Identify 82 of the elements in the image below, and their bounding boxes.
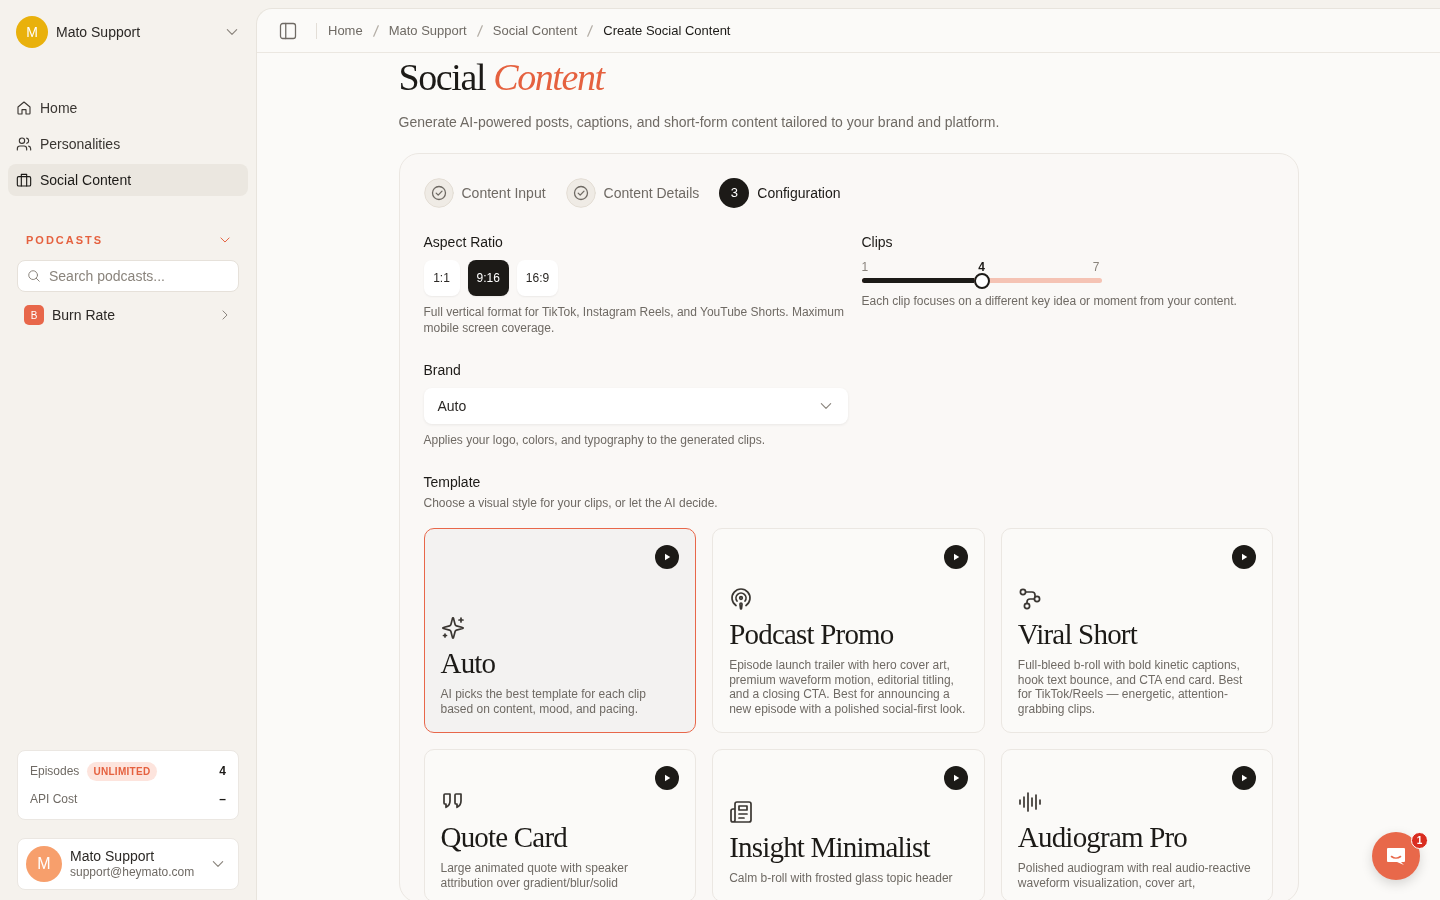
slash-icon — [476, 24, 483, 37]
user-email: support@heymato.com — [70, 865, 196, 880]
workspace-avatar: M — [16, 16, 48, 48]
page-title: Social Content — [398, 55, 607, 99]
slash-icon — [372, 24, 379, 37]
search-icon — [27, 269, 41, 283]
suitcase-icon — [16, 172, 32, 188]
slider-max-label: 7 — [1092, 260, 1100, 274]
field-label: Template — [423, 474, 482, 490]
usage-label: Episodes — [30, 763, 80, 780]
podcast-avatar: B — [24, 305, 44, 325]
nav-item[interactable]: Home — [8, 92, 248, 124]
play-button[interactable] — [943, 545, 968, 569]
usage-value: 4 — [219, 763, 226, 780]
aspect-ratio-option[interactable]: 9:16 — [467, 260, 509, 296]
step-label: Content Input — [461, 183, 546, 203]
template-description: Full-bleed b-roll with bold kinetic captions, hook text bounce, and CTA end card. Best for TikTok/Reels — energetic, attention-grabbing clips. — [1017, 658, 1244, 716]
sidebar-panel-icon — [279, 21, 297, 40]
template-title: Auto — [440, 646, 497, 680]
podcast-item[interactable]: B Burn Rate — [8, 302, 248, 328]
breadcrumb-link[interactable]: Home — [328, 20, 363, 41]
usage-value: – — [219, 791, 226, 808]
nav-item[interactable]: Social Content — [8, 164, 248, 196]
slash-icon — [587, 24, 594, 37]
field-label: Brand — [423, 362, 462, 378]
template-card[interactable]: Quote Card Large animated quote with speaker attribution over gradient/blur/solid — [423, 749, 697, 900]
play-button[interactable] — [655, 766, 680, 790]
user-name: Mato Support — [70, 848, 156, 866]
field-hint: Applies your logo, colors, and typography to the generated clips. — [423, 432, 767, 448]
aspect-ratio-option[interactable]: 16:9 — [516, 260, 559, 296]
template-card[interactable]: Audiogram Pro Polished audiogram with real audio-reactive waveform visualization, cover art, — [1000, 749, 1274, 900]
workspace-name[interactable]: Mato Support — [56, 21, 216, 43]
field-label: Aspect Ratio — [423, 234, 504, 250]
breadcrumb-link[interactable]: Mato Support — [388, 20, 467, 41]
template-title: Podcast Promo — [729, 617, 895, 651]
template-description: Episode launch trailer with hero cover art, premium waveform motion, editorial titling, and a closing CTA. Best for announcing a new episode with a polished social-first look. — [729, 658, 967, 716]
template-description: AI picks the best template for each clip based on content, mood, and pacing. — [440, 687, 647, 716]
newspaper-icon — [729, 799, 754, 824]
nav-item[interactable]: Personalities — [8, 128, 248, 160]
play-button[interactable] — [1232, 545, 1257, 569]
user-avatar: M — [26, 846, 62, 882]
podcast-icon — [729, 587, 754, 611]
play-button[interactable] — [943, 766, 968, 790]
brand-select[interactable]: Auto — [423, 388, 848, 424]
step-number: 3 — [719, 178, 750, 208]
usage-label: API Cost — [30, 791, 78, 808]
user-menu[interactable]: M Mato Support support@heymato.com — [17, 838, 239, 890]
slider-thumb[interactable] — [973, 272, 990, 289]
breadcrumb-current: Create Social Content — [603, 21, 731, 40]
template-card[interactable]: Insight Minimalist Calm b-roll with frosted glass topic header — [712, 749, 985, 900]
template-description: Polished audiogram with real audio-reactive waveform visualization, cover art, — [1017, 861, 1252, 890]
template-card[interactable]: Viral Short Full-bleed b-roll with bold kinetic captions, hook text bounce, and CTA end card. Best for TikTok/Reels — energetic, attention-grabbing clips. — [1000, 528, 1274, 733]
field-hint: Choose a visual style for your clips, or let the AI decide. — [423, 495, 719, 511]
play-button[interactable] — [655, 545, 680, 569]
field-hint: Each clip focuses on a different key idea or moment from your content. — [861, 293, 1238, 309]
template-description: Calm b-roll with frosted glass topic header — [729, 870, 954, 885]
people-icon — [16, 136, 32, 152]
search-field[interactable]: Search podcasts... — [17, 260, 239, 292]
template-title: Quote Card — [440, 820, 569, 854]
aspect-ratio-option[interactable]: 1:1 — [423, 260, 460, 296]
template-title: Audiogram Pro — [1017, 820, 1189, 854]
template-card[interactable]: Podcast Promo Episode launch trailer with hero cover art, premium waveform motion, editorial titling, and a closing CTA. Best for announcing a new episode with a polished social-first look. — [712, 528, 985, 733]
template-title: Insight Minimalist — [729, 829, 932, 864]
template-description: Large animated quote with speaker attribution over gradient/blur/solid — [440, 861, 629, 890]
plan-badge: UNLIMITED — [87, 761, 157, 781]
waveform-icon — [1017, 790, 1042, 814]
podcast-name: Burn Rate — [52, 305, 117, 325]
home-icon — [16, 100, 32, 116]
breadcrumb-link[interactable]: Social Content — [492, 20, 578, 41]
field-hint: Full vertical format for TikTok, Instagram Reels, and YouTube Shorts. Maximum mobile screen coverage. — [423, 304, 845, 336]
sidebar-toggle-button[interactable] — [279, 21, 297, 40]
page-subtitle: Generate AI-powered posts, captions, and short-form content tailored to your brand and platform. — [398, 113, 1001, 132]
field-label: Clips — [861, 234, 894, 250]
nodes-icon — [1017, 587, 1042, 611]
play-button[interactable] — [1232, 766, 1257, 790]
slider-min-label: 1 — [861, 260, 869, 274]
step-label: Content Details — [603, 183, 700, 203]
template-title: Viral Short — [1017, 617, 1139, 651]
sparkles-icon — [440, 616, 465, 640]
step-label: Configuration — [757, 183, 841, 203]
template-card[interactable]: Auto AI picks the best template for each clip based on content, mood, and pacing. — [423, 528, 697, 733]
slider-value: 4 — [978, 260, 985, 274]
